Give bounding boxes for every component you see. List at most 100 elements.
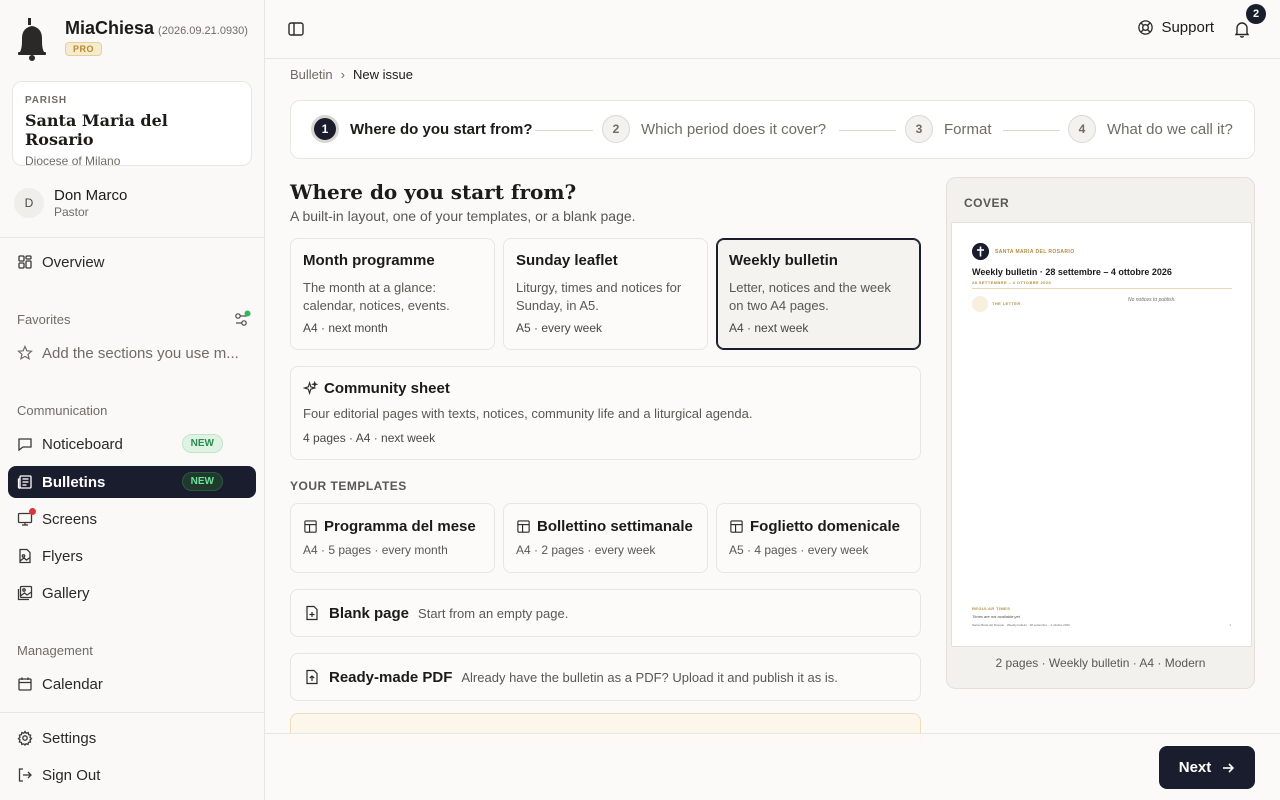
new-badge: NEW bbox=[181, 434, 223, 453]
favorites-label: Favorites bbox=[17, 312, 71, 327]
card-meta: 4 pages · A4 · next week bbox=[303, 431, 436, 445]
nav-gallery-label: Gallery bbox=[42, 584, 90, 602]
notifications-count: 2 bbox=[1246, 4, 1266, 24]
grid-icon bbox=[18, 255, 32, 269]
parish-diocese: Diocese of Milano bbox=[25, 154, 121, 168]
cover-label: COVER bbox=[964, 196, 1010, 210]
parish-card[interactable]: PARISH Santa Maria del Rosario Diocese o… bbox=[12, 81, 252, 168]
favorites-placeholder[interactable]: Add the sections you use m... bbox=[8, 337, 256, 369]
step-connector bbox=[535, 130, 593, 131]
divider bbox=[0, 712, 264, 713]
nav-flyers[interactable]: Flyers bbox=[8, 540, 256, 572]
step-1[interactable]: 1 Where do you start from? bbox=[311, 115, 533, 143]
step-2[interactable]: 2 Which period does it cover? bbox=[602, 115, 826, 143]
alert-dot bbox=[29, 508, 36, 515]
new-badge: NEW bbox=[181, 472, 223, 491]
cover-dates: 28 SETTEMBRE – 4 OTTOBRE 2026 bbox=[972, 280, 1052, 285]
template-card-foglietto-domenicale[interactable]: Foglietto domenicale A5 · 4 pages · ever… bbox=[716, 503, 921, 573]
nav-bulletins-label: Bulletins bbox=[42, 473, 106, 491]
breadcrumb-current: New issue bbox=[352, 67, 413, 82]
layout-card-community-sheet[interactable]: Community sheet Four editorial pages wit… bbox=[290, 366, 921, 460]
step-connector bbox=[839, 130, 896, 131]
step-4[interactable]: 4 What do we call it? bbox=[1068, 115, 1233, 143]
card-description: Four editorial pages with texts, notices… bbox=[303, 406, 753, 421]
step-number: 1 bbox=[311, 115, 339, 143]
step-number: 3 bbox=[905, 115, 933, 143]
nav-noticeboard-label: Noticeboard bbox=[42, 435, 123, 453]
brand[interactable]: MiaChiesa (2026.09.21.0930) PRO bbox=[16, 18, 248, 62]
favorites-placeholder-label: Add the sections you use m... bbox=[42, 344, 239, 362]
template-icon bbox=[517, 520, 530, 533]
cover-rule bbox=[972, 288, 1232, 289]
wizard-footer: Next bbox=[265, 733, 1280, 800]
avatar: D bbox=[14, 188, 44, 218]
nav-gallery[interactable]: Gallery bbox=[8, 577, 256, 609]
newspaper-icon bbox=[17, 475, 32, 489]
nav-calendar[interactable]: Calendar bbox=[8, 668, 256, 700]
ready-made-pdf-option[interactable]: Ready-made PDF Already have the bulletin… bbox=[290, 653, 921, 701]
user-name: Don Marco bbox=[54, 187, 128, 204]
nav-overview[interactable]: Overview bbox=[8, 246, 256, 278]
card-description: The month at a glance: calendar, notices… bbox=[303, 280, 450, 313]
nav-noticeboard[interactable]: Noticeboard NEW bbox=[8, 428, 256, 460]
cover-notices-empty: No notices to publish. bbox=[1128, 297, 1176, 303]
cover-page-preview: SANTA MARIA DEL ROSARIO Weekly bulletin … bbox=[951, 222, 1252, 647]
cross-logo-icon bbox=[972, 243, 989, 260]
support-label: Support bbox=[1161, 19, 1214, 36]
step-label: What do we call it? bbox=[1107, 120, 1233, 138]
layout-card-weekly-bulletin[interactable]: Weekly bulletin Letter, notices and the … bbox=[716, 238, 921, 350]
card-title: Bollettino settimanale bbox=[537, 518, 693, 535]
cover-regular-times-label: REGULAR TIMES bbox=[972, 606, 1011, 611]
card-description: Letter, notices and the week on two A4 p… bbox=[729, 280, 891, 313]
parish-label: PARISH bbox=[25, 95, 67, 106]
breadcrumb-bulletin[interactable]: Bulletin bbox=[290, 67, 333, 82]
cover-preview-panel: COVER SANTA MARIA DEL ROSARIO Weekly bul… bbox=[946, 177, 1255, 689]
cover-letter-avatar bbox=[972, 296, 988, 312]
bell-logo-icon bbox=[18, 18, 46, 61]
layout-card-sunday-leaflet[interactable]: Sunday leaflet Liturgy, times and notice… bbox=[503, 238, 708, 350]
favorites-settings-icon[interactable] bbox=[233, 310, 251, 328]
templates-section-label: YOUR TEMPLATES bbox=[290, 479, 407, 493]
support-button[interactable]: Support bbox=[1137, 19, 1214, 36]
breadcrumb-separator: › bbox=[340, 67, 345, 82]
layout-card-month-programme[interactable]: Month programme The month at a glance: c… bbox=[290, 238, 495, 350]
page-subtitle: A built-in layout, one of your templates… bbox=[290, 208, 636, 224]
step-3[interactable]: 3 Format bbox=[905, 115, 992, 143]
card-title: Community sheet bbox=[324, 380, 450, 397]
nav-settings[interactable]: Settings bbox=[8, 722, 256, 754]
cover-times-empty: Times are not available yet. bbox=[972, 614, 1021, 619]
app-version: (2026.09.21.0930) bbox=[158, 25, 248, 37]
message-square-icon bbox=[18, 438, 32, 452]
file-plus-icon bbox=[306, 605, 318, 621]
file-upload-icon bbox=[306, 669, 318, 685]
card-meta: A5 · 4 pages · every week bbox=[729, 543, 869, 557]
blank-page-option[interactable]: Blank page Start from an empty page. bbox=[290, 589, 921, 637]
breadcrumb: Bulletin › New issue bbox=[290, 67, 413, 82]
management-label: Management bbox=[17, 643, 93, 658]
calendar-icon bbox=[18, 677, 32, 691]
nav-sign-out[interactable]: Sign Out bbox=[8, 759, 256, 791]
step-label: Where do you start from? bbox=[350, 120, 533, 138]
template-card-programma-del-mese[interactable]: Programma del mese A4 · 5 pages · every … bbox=[290, 503, 495, 573]
card-meta: A4 · 5 pages · every month bbox=[303, 543, 448, 557]
option-description: Start from an empty page. bbox=[418, 605, 569, 621]
card-title: Foglietto domenicale bbox=[750, 518, 901, 535]
nav-flyers-label: Flyers bbox=[42, 547, 83, 565]
cover-letter-label: THE LETTER bbox=[992, 301, 1021, 306]
cover-caption: 2 pages · Weekly bulletin · A4 · Modern bbox=[995, 656, 1206, 670]
sidebar-toggle-icon[interactable] bbox=[287, 20, 305, 38]
template-card-bollettino-settimanale[interactable]: Bollettino settimanale A4 · 2 pages · ev… bbox=[503, 503, 708, 573]
option-description: Already have the bulletin as a PDF? Uplo… bbox=[461, 669, 838, 685]
star-icon bbox=[17, 345, 33, 361]
step-number: 2 bbox=[602, 115, 630, 143]
nav-bulletins[interactable]: Bulletins NEW bbox=[8, 466, 256, 498]
next-button[interactable]: Next bbox=[1159, 746, 1255, 789]
divider bbox=[0, 237, 264, 238]
nav-sign-out-label: Sign Out bbox=[42, 766, 101, 784]
communication-label: Communication bbox=[17, 403, 108, 418]
nav-screens-label: Screens bbox=[42, 510, 98, 528]
card-meta: A4 · next week bbox=[729, 321, 809, 335]
nav-screens[interactable]: Screens bbox=[8, 503, 256, 535]
user-profile[interactable]: D Don Marco Pastor bbox=[14, 187, 127, 219]
step-label: Which period does it cover? bbox=[641, 120, 827, 138]
